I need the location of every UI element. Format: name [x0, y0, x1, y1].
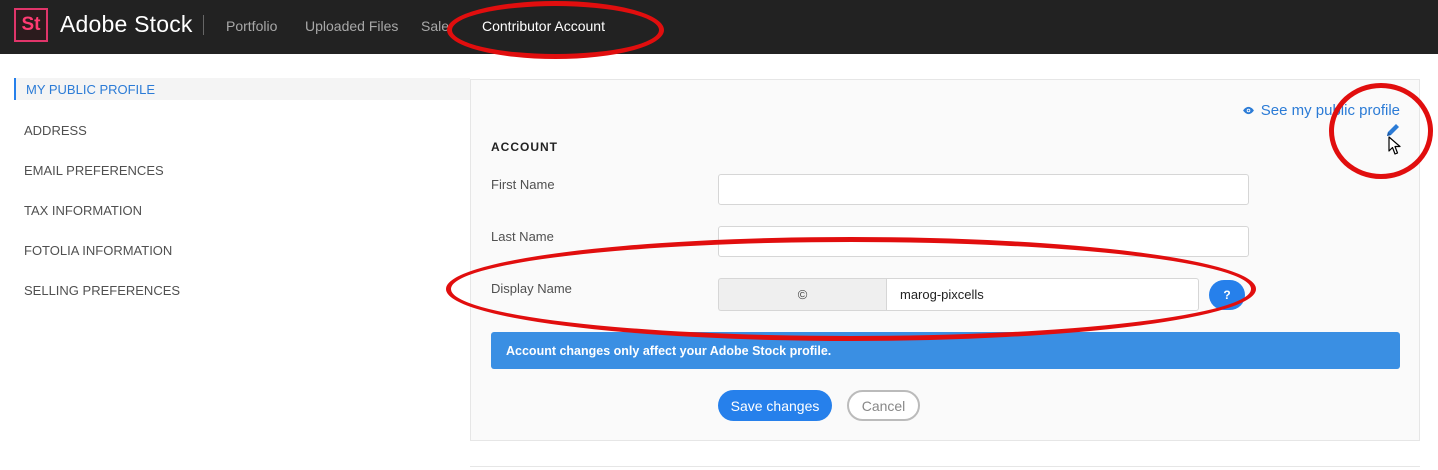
eye-icon [1242, 106, 1254, 115]
see-public-profile-label[interactable]: See my public profile [1261, 102, 1400, 119]
save-changes-button[interactable]: Save changes [718, 390, 832, 421]
display-name-label: Display Name [491, 281, 572, 296]
sidebar-item-email-preferences[interactable]: EMAIL PREFERENCES [24, 163, 164, 178]
see-public-profile-link[interactable]: See my public profile [1242, 102, 1400, 119]
top-navigation-bar: St Adobe Stock Portfolio Uploaded Files … [0, 0, 1438, 54]
nav-uploaded-files[interactable]: Uploaded Files [305, 18, 398, 34]
account-panel: See my public profile ACCOUNT First Name… [470, 79, 1420, 441]
nav-portfolio[interactable]: Portfolio [226, 18, 277, 34]
last-name-label: Last Name [491, 229, 554, 244]
section-divider [470, 466, 1420, 467]
nav-divider [203, 15, 204, 35]
account-section-title: ACCOUNT [491, 140, 558, 154]
copyright-prefix: © [718, 278, 886, 311]
display-name-help-button[interactable]: ? [1209, 280, 1245, 310]
sidebar-item-address[interactable]: ADDRESS [24, 123, 87, 138]
first-name-label: First Name [491, 177, 555, 192]
last-name-input[interactable] [718, 226, 1249, 257]
cancel-button[interactable]: Cancel [847, 390, 920, 421]
first-name-input[interactable] [718, 174, 1249, 205]
nav-contributor-account[interactable]: Contributor Account [482, 18, 605, 34]
sidebar-item-fotolia-information[interactable]: FOTOLIA INFORMATION [24, 243, 172, 258]
sidebar-item-selling-preferences[interactable]: SELLING PREFERENCES [24, 283, 180, 298]
sidebar-item-tax-information[interactable]: TAX INFORMATION [24, 203, 142, 218]
adobe-stock-logo[interactable]: St [14, 8, 48, 42]
nav-sales[interactable]: Sale [421, 18, 449, 34]
sidebar-active-indicator [14, 78, 16, 100]
brand-title[interactable]: Adobe Stock [60, 11, 193, 38]
account-info-banner: Account changes only affect your Adobe S… [491, 332, 1400, 369]
display-name-input[interactable] [886, 278, 1199, 311]
sidebar-item-my-public-profile[interactable]: MY PUBLIC PROFILE [26, 82, 155, 97]
mouse-cursor-icon [1388, 136, 1401, 155]
